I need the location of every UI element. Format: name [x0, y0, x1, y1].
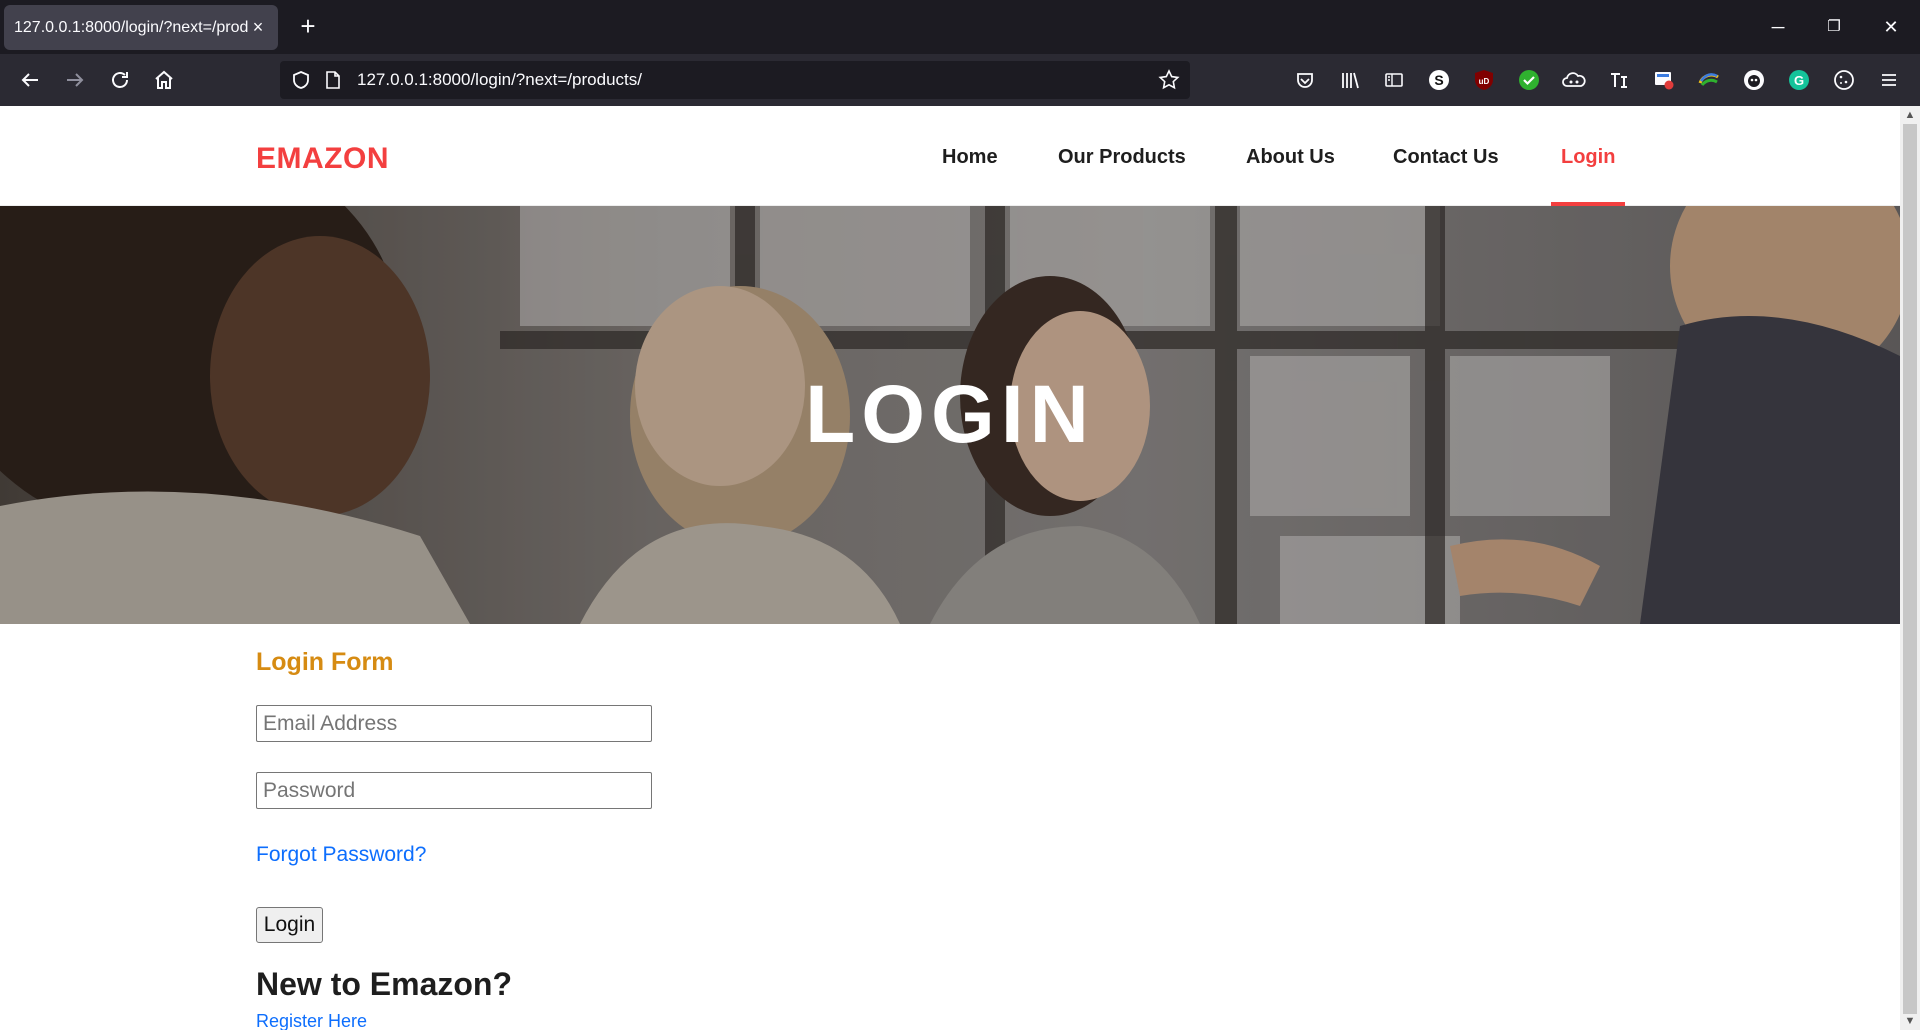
browser-tab[interactable]: 127.0.0.1:8000/login/?next=/produc ×: [4, 5, 278, 50]
reload-icon[interactable]: [104, 64, 136, 96]
url-text[interactable]: 127.0.0.1:8000/login/?next=/products/: [357, 70, 642, 90]
nav-our-products[interactable]: Our Products: [1058, 146, 1186, 169]
nav-contact-us[interactable]: Contact Us: [1393, 146, 1499, 169]
library-icon[interactable]: [1337, 67, 1363, 93]
new-tab-button[interactable]: +: [293, 12, 323, 42]
scrollbar-thumb[interactable]: [1903, 124, 1917, 1014]
nav-about-us[interactable]: About Us: [1246, 146, 1335, 169]
page-icon: [324, 70, 342, 95]
pocket-icon[interactable]: [1292, 67, 1318, 93]
address-bar[interactable]: 127.0.0.1:8000/login/?next=/products/: [280, 61, 1190, 99]
s-extension-icon[interactable]: S: [1426, 67, 1452, 93]
nav-home[interactable]: Home: [942, 146, 998, 169]
grammarly-label: G: [1794, 73, 1804, 88]
scroll-up-arrow-icon[interactable]: ▲: [1900, 106, 1920, 124]
page-viewport: EMAZON Home Our Products About Us Contac…: [0, 106, 1900, 1030]
image-extension-icon[interactable]: [1651, 67, 1677, 93]
avatar-extension-icon[interactable]: [1741, 67, 1767, 93]
color-extension-icon[interactable]: [1696, 67, 1722, 93]
new-to-emazon-heading: New to Emazon?: [256, 966, 513, 1002]
forgot-password-link[interactable]: Forgot Password?: [256, 843, 426, 867]
login-form-title: Login Form: [256, 648, 394, 676]
hero-title: LOGIN: [805, 369, 1095, 460]
hamburger-menu-icon[interactable]: [1876, 67, 1902, 93]
s-extension-label: S: [1434, 72, 1443, 88]
site-header: EMAZON Home Our Products About Us Contac…: [0, 106, 1900, 206]
translate-extension-icon[interactable]: [1606, 67, 1632, 93]
login-submit-button[interactable]: Login: [256, 907, 323, 943]
browser-tab-strip: 127.0.0.1:8000/login/?next=/produc × + ─…: [0, 0, 1920, 54]
check-extension-icon[interactable]: [1516, 67, 1542, 93]
site-logo[interactable]: EMAZON: [256, 142, 389, 176]
bookmark-star-icon[interactable]: [1158, 69, 1180, 96]
scroll-down-arrow-icon[interactable]: ▼: [1900, 1012, 1920, 1030]
restore-button[interactable]: ❐: [1814, 12, 1854, 42]
tab-title: 127.0.0.1:8000/login/?next=/produc: [14, 18, 248, 36]
nav-login[interactable]: Login: [1561, 146, 1615, 169]
cookie-icon[interactable]: [1831, 67, 1857, 93]
email-field[interactable]: [256, 705, 652, 742]
hero-banner: LOGIN: [0, 206, 1900, 624]
tab-close-icon[interactable]: ×: [248, 17, 268, 38]
browser-toolbar: 127.0.0.1:8000/login/?next=/products/ S …: [0, 54, 1920, 106]
page-scrollbar[interactable]: ▲ ▼: [1900, 106, 1920, 1030]
shield-icon[interactable]: [291, 70, 311, 95]
reader-icon[interactable]: [1381, 67, 1407, 93]
minimize-button[interactable]: ─: [1758, 12, 1798, 42]
ublock-label: uD: [1479, 77, 1490, 86]
close-window-button[interactable]: ✕: [1871, 12, 1911, 42]
back-arrow-icon[interactable]: [14, 64, 46, 96]
ublock-icon[interactable]: uD: [1471, 67, 1497, 93]
home-icon[interactable]: [148, 64, 180, 96]
password-field[interactable]: [256, 772, 652, 809]
forward-arrow-icon[interactable]: [59, 64, 91, 96]
register-link[interactable]: Register Here: [256, 1011, 367, 1030]
cloud-extension-icon[interactable]: [1561, 67, 1587, 93]
grammarly-icon[interactable]: G: [1786, 67, 1812, 93]
